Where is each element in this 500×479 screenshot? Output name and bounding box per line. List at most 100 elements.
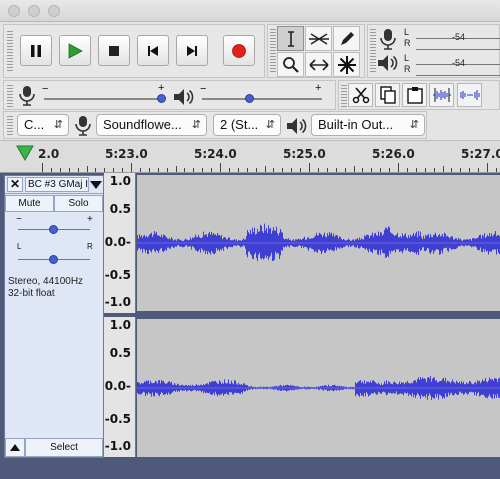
track-name-menu[interactable]: BC #3 GMaj I [25, 177, 89, 192]
silence-audio-button[interactable] [457, 83, 482, 107]
trim-audio-button[interactable] [429, 83, 454, 107]
copy-button[interactable] [375, 83, 400, 107]
stop-icon [109, 45, 119, 56]
ruler-label: 1.0 [109, 318, 131, 332]
timeline-tick [86, 166, 88, 172]
playback-device-dropdown[interactable]: Built-in Out... ⇵ [311, 114, 425, 136]
toolbar-grip[interactable] [7, 85, 13, 107]
solo-button[interactable]: Solo [54, 195, 103, 212]
play-button[interactable] [59, 35, 91, 66]
toolbar-grip[interactable] [341, 85, 347, 107]
record-meter[interactable]: L R -54 [404, 27, 500, 51]
timeline-tick-label: 5:27.0 [461, 147, 500, 161]
stop-button[interactable] [98, 35, 130, 66]
slider-knob[interactable] [49, 225, 58, 234]
recording-device-dropdown[interactable]: Soundflowe... ⇵ [96, 114, 207, 136]
play-meter[interactable]: L R -54 [404, 53, 500, 77]
right-channel-label: R [404, 64, 411, 74]
pause-button[interactable] [20, 35, 52, 66]
waveform-graphic [137, 223, 500, 261]
waveform-right-channel[interactable] [137, 319, 500, 457]
ruler-label: -1.0 [104, 295, 131, 309]
chevron-updown-icon: ⇵ [191, 119, 201, 131]
audio-host-value: C... [24, 117, 45, 132]
timeline-tick [211, 168, 213, 172]
timeline-tick [291, 168, 293, 172]
zoom-tool-button[interactable] [277, 52, 304, 77]
microphone-icon [19, 86, 35, 106]
tracks-area: ✕ BC #3 GMaj I Mute Solo − + L R Stereo,… [0, 173, 500, 479]
ruler-label: 0.5 [109, 202, 131, 216]
play-volume-icon-wrap [172, 87, 194, 110]
timeline-tick [166, 168, 168, 172]
toolbar-grip[interactable] [7, 31, 13, 71]
timeline-tick [131, 163, 132, 172]
timeline-tick-label: 5:25.0 [283, 147, 326, 161]
track-menu-arrow-icon[interactable] [90, 179, 102, 193]
timeline-tick [487, 163, 488, 172]
track-control-panel[interactable]: ✕ BC #3 GMaj I Mute Solo − + L R Stereo,… [4, 175, 104, 458]
timeline-tick [424, 168, 426, 172]
track-format-depth: 32-bit float [8, 288, 55, 299]
left-channel-label: L [404, 27, 410, 37]
collapse-track-button[interactable] [5, 438, 25, 457]
waveform-left-channel[interactable] [137, 175, 500, 311]
timeline-tick [273, 168, 275, 172]
toolbar-grip[interactable] [270, 29, 276, 73]
skip-to-start-button[interactable] [137, 35, 169, 66]
timeline-tick-label: 2.0 [38, 147, 60, 161]
skip-to-end-button[interactable] [176, 35, 208, 66]
timeline-tick [326, 168, 328, 172]
mute-button[interactable]: Mute [5, 195, 54, 212]
recording-channels-dropdown[interactable]: 2 (St... ⇵ [213, 114, 281, 136]
toolbar-grip[interactable] [7, 116, 13, 136]
timeline-tick [335, 168, 337, 172]
chevron-updown-icon: ⇵ [409, 119, 419, 131]
audio-host-dropdown[interactable]: C... ⇵ [17, 114, 69, 136]
recording-device-icon-wrap [74, 115, 92, 140]
timeline-tick-label: 5:26.0 [372, 147, 415, 161]
close-track-button[interactable]: ✕ [7, 177, 23, 192]
timeline-tick [460, 168, 462, 172]
timeline-tick [255, 168, 257, 172]
slider-knob[interactable] [156, 94, 166, 103]
timeline-tick [77, 168, 79, 172]
minimize-window-icon[interactable] [28, 5, 40, 17]
record-volume-slider[interactable] [44, 93, 166, 105]
timeline-tick [380, 168, 382, 172]
paste-button[interactable] [402, 83, 427, 107]
timeline-tick [193, 168, 195, 172]
timeline-tick [389, 168, 391, 172]
multi-tool-button[interactable] [333, 52, 360, 77]
time-shift-tool-button[interactable] [305, 52, 332, 77]
zoom-window-icon[interactable] [48, 5, 60, 17]
timeline-tick [309, 163, 310, 172]
play-meter-button[interactable] [376, 53, 398, 76]
slider-knob[interactable] [49, 255, 58, 264]
waveform-graphic [137, 376, 500, 400]
timeline-tick [95, 168, 97, 172]
timeline-ruler[interactable]: 2.0 5:23.0 5:24.0 5:25.0 5:26.0 5:27.0 [0, 140, 500, 173]
pan-left-label: L [17, 242, 22, 251]
selection-tool-button[interactable] [277, 26, 304, 51]
record-meter-button[interactable] [378, 28, 398, 53]
trim-audio-icon [432, 88, 451, 102]
gain-slider[interactable] [18, 224, 90, 236]
draw-tool-button[interactable] [333, 26, 360, 51]
timeline-tick [300, 168, 302, 172]
microphone-icon [75, 116, 91, 136]
close-window-icon[interactable] [8, 5, 20, 17]
skip-to-start-icon [148, 45, 158, 56]
play-volume-slider[interactable] [202, 93, 322, 105]
recording-channels-value: 2 (St... [220, 117, 259, 132]
pan-slider[interactable] [18, 254, 90, 266]
play-head-button[interactable] [14, 143, 36, 166]
ruler-label: 1.0 [109, 174, 131, 188]
cut-button[interactable] [348, 83, 373, 107]
timeline-tick [122, 168, 124, 172]
record-button[interactable] [223, 35, 255, 66]
slider-knob[interactable] [245, 94, 254, 103]
select-track-button[interactable]: Select [25, 438, 103, 457]
timeline-tick [398, 163, 399, 172]
envelope-tool-button[interactable] [305, 26, 332, 51]
